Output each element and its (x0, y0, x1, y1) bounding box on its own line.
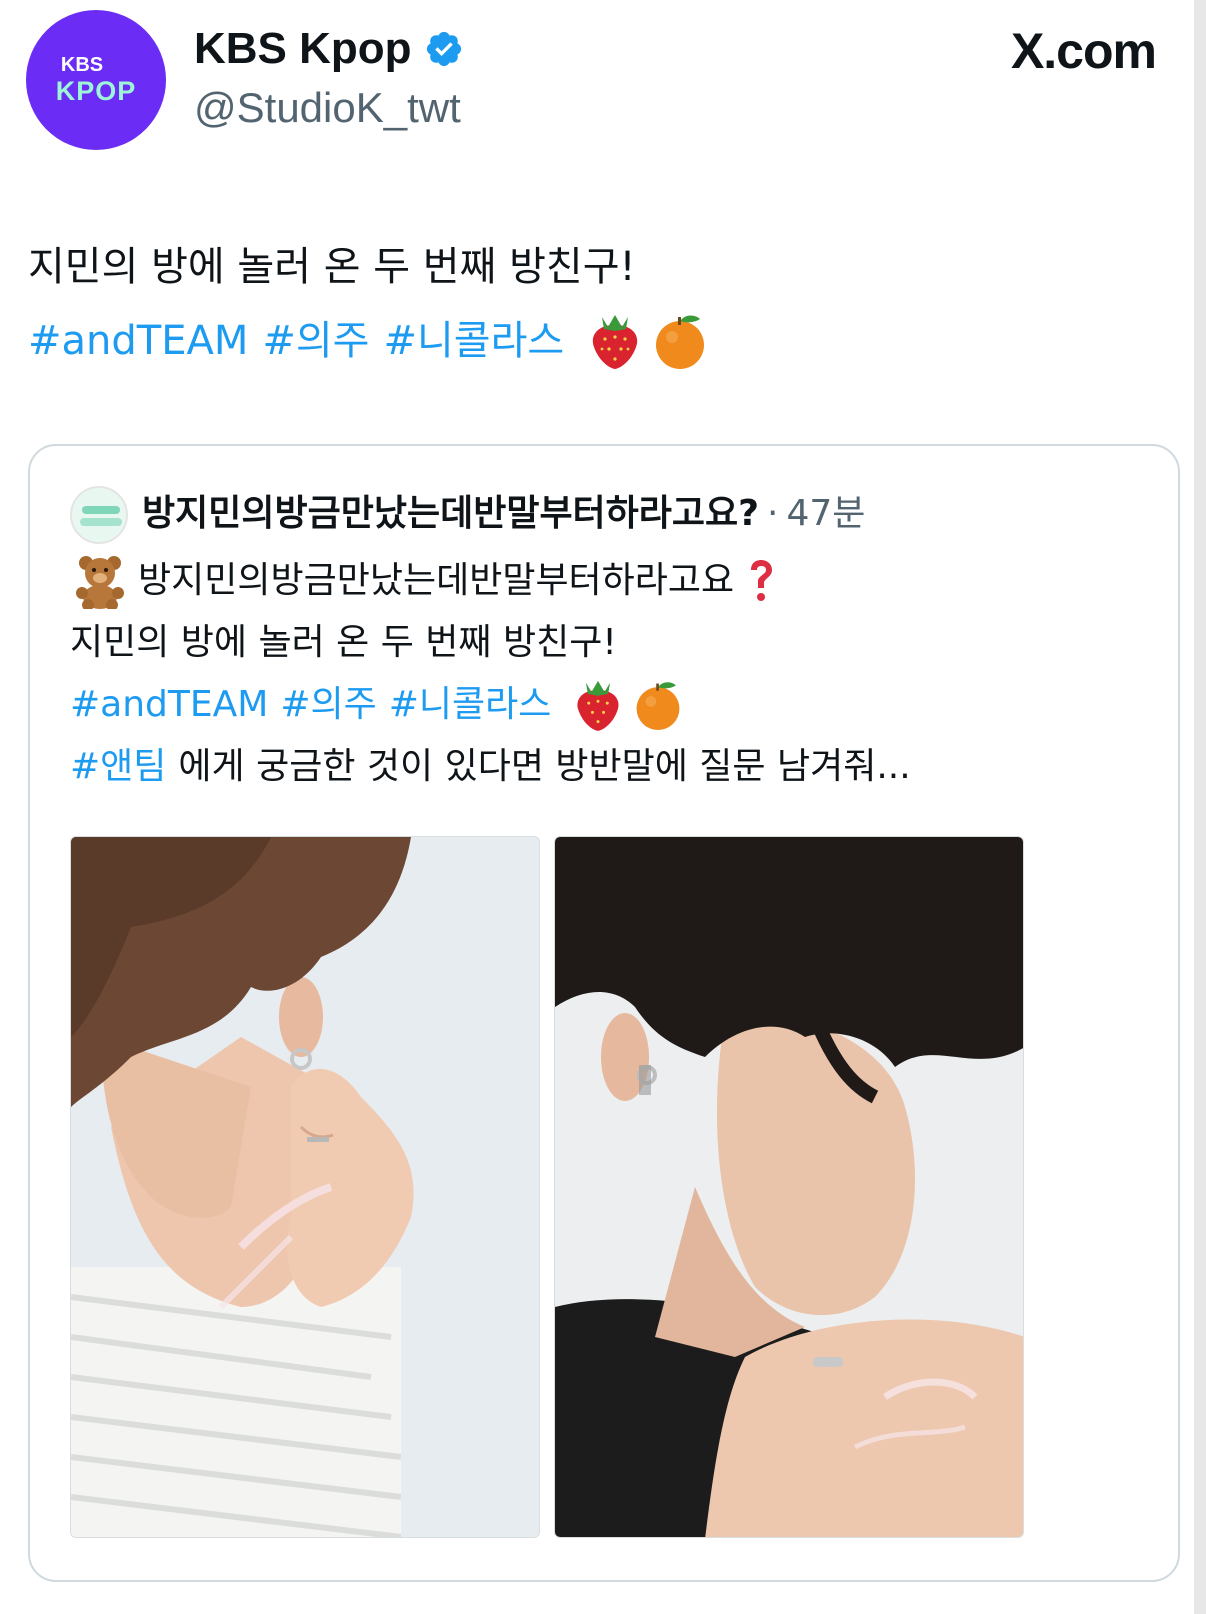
quoted-line-4: #앤팀 에게 궁금한 것이 있다면 방반말에 질문 남겨줘... (70, 736, 911, 798)
photo-2-illustration (555, 837, 1023, 1537)
tweet-text: 지민의 방에 놀러 온 두 번째 방친구! #andTEAM #의주 #니콜라스 (28, 230, 708, 378)
separator-dot: · (767, 493, 779, 534)
quoted-line-4-text: 에게 궁금한 것이 있다면 방반말에 질문 남겨줘... (178, 746, 911, 787)
quoted-hashtag-line: #andTEAM #의주 #니콜라스 (70, 674, 911, 736)
photo-1-illustration (71, 837, 539, 1537)
author-name-row[interactable]: KBS Kpop (194, 24, 464, 74)
avatar-text-kpop: KPOP (55, 76, 137, 106)
strawberry-icon (577, 680, 619, 731)
hashtag-link[interactable]: #andTEAM (70, 674, 268, 736)
teddy-bear-icon (76, 556, 124, 609)
tweet-line-1: 지민의 방에 놀러 온 두 번째 방친구! (28, 244, 636, 290)
quoted-line-1: 방지민의방금만났는데반말부터하라고요 (70, 550, 911, 612)
tweet-hashtag-line: #andTEAM #의주 #니콜라스 (28, 304, 708, 378)
author-display-name[interactable]: KBS Kpop (194, 24, 412, 74)
x-logo: X.com (1010, 23, 1157, 79)
tangerine-icon (636, 682, 680, 730)
profile-avatar[interactable]: KBS KPOP (26, 10, 166, 150)
quoted-tweet-card[interactable]: 방지민의방금만났는데반말부터하라고요? · 47분 방지민의방금만났는데반말부터… (28, 444, 1180, 1582)
quoted-tweet-body: 방지민의방금만났는데반말부터하라고요 지민의 방에 놀러 온 두 번째 방친구!… (70, 550, 911, 798)
hashtag-link[interactable]: #andTEAM (28, 304, 248, 378)
tangerine-icon (656, 315, 705, 369)
red-question-mark-icon (751, 560, 773, 601)
quoted-tweet-header: 방지민의방금만났는데반말부터하라고요? · 47분 (142, 484, 865, 536)
quoted-photo-2[interactable] (554, 836, 1024, 1538)
quoted-account-avatar[interactable] (70, 486, 128, 544)
quoted-avatar-graphic (72, 488, 126, 542)
hashtag-link[interactable]: #앤팀 (70, 736, 166, 798)
quoted-line-1-text: 방지민의방금만났는데반말부터하라고요 (138, 560, 735, 601)
hashtag-link[interactable]: #의주 (262, 304, 369, 378)
verified-badge-icon (426, 31, 461, 67)
avatar-text-kbs: KBS (60, 54, 104, 76)
hashtag-link[interactable]: #니콜라스 (383, 304, 564, 378)
strawberry-icon (593, 315, 638, 369)
quoted-line-2: 지민의 방에 놀러 온 두 번째 방친구! (70, 622, 617, 663)
quoted-timestamp[interactable]: 47분 (787, 484, 866, 536)
author-handle[interactable]: @StudioK_twt (194, 84, 461, 132)
quoted-account-name[interactable]: 방지민의방금만났는데반말부터하라고요? (142, 484, 759, 536)
hashtag-link[interactable]: #니콜라스 (389, 674, 552, 736)
hashtag-link[interactable]: #의주 (280, 674, 376, 736)
scrollbar-track (1194, 0, 1206, 1614)
quoted-photo-1[interactable] (70, 836, 540, 1538)
